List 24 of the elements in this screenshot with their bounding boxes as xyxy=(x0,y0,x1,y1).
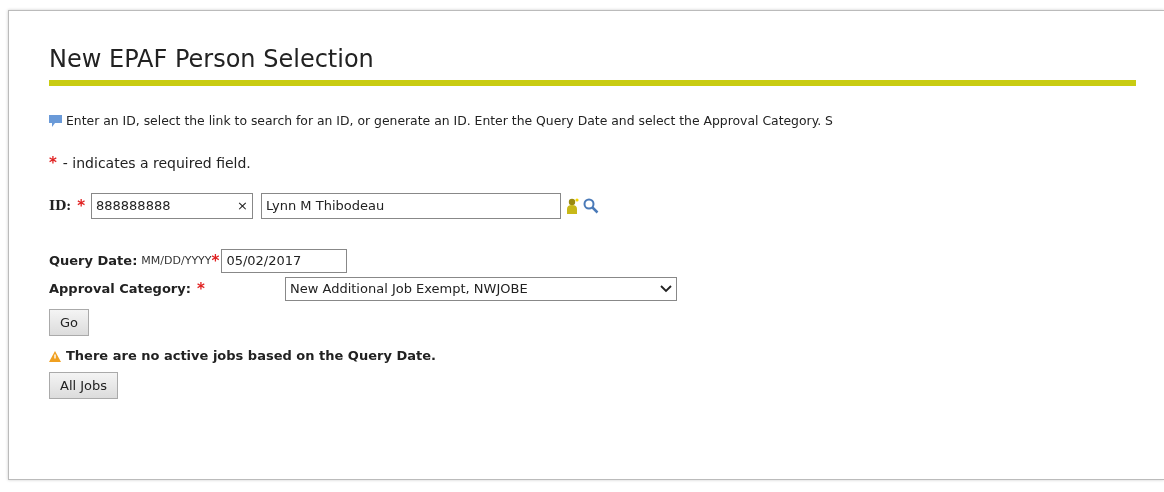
date-format-hint: MM/DD/YYYY xyxy=(141,252,212,269)
query-date-field[interactable]: 05/02/2017 xyxy=(221,248,348,273)
approval-category-label: Approval Category: xyxy=(49,280,191,299)
required-mark: * xyxy=(196,278,205,300)
required-mark: * xyxy=(211,250,220,272)
id-label: ID: xyxy=(49,197,72,216)
instructions-text: Enter an ID, select the link to search for an ID, or generate an ID. Enter the Query Date and select the Approval Category. S xyxy=(66,111,833,130)
page-title: New EPAF Person Selection xyxy=(49,45,375,74)
name-field[interactable]: Lynn M Thibodeau xyxy=(261,192,561,219)
warning-icon xyxy=(49,350,61,362)
all-jobs-button[interactable]: All Jobs xyxy=(49,371,119,400)
warning-message: There are no active jobs based on the Query Date. xyxy=(66,347,436,366)
approval-category-dropdown[interactable]: New Additional Job Exempt, NWJOBE xyxy=(285,276,677,301)
go-button[interactable]: Go xyxy=(49,308,90,337)
required-mark: * xyxy=(49,153,57,175)
comment-icon xyxy=(49,115,62,128)
search-icon[interactable] xyxy=(583,197,599,214)
required-mark: * xyxy=(77,195,85,217)
clear-button[interactable]: × xyxy=(237,196,248,216)
required-note: - indicates a required field. xyxy=(62,154,251,174)
person-icon[interactable] xyxy=(567,197,579,214)
chevron-down-icon xyxy=(660,284,672,293)
query-date-label: Query Date: xyxy=(49,252,138,271)
id-field[interactable]: 888888888 × xyxy=(91,192,253,219)
